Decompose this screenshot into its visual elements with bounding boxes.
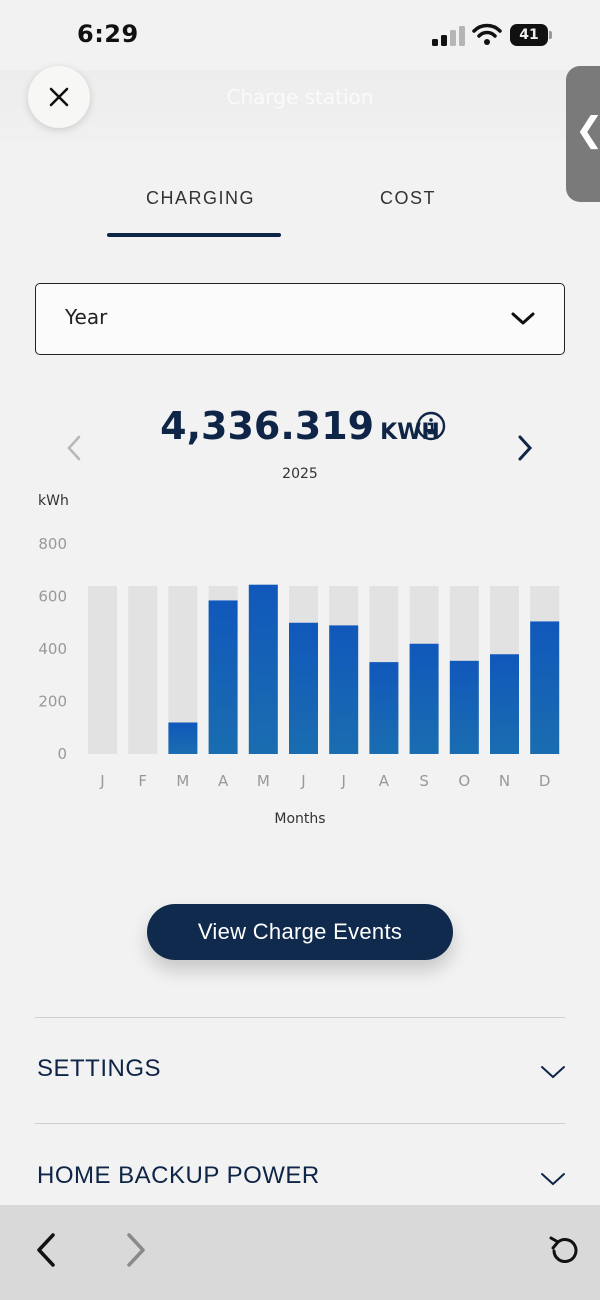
y-tick-label: 0 xyxy=(57,745,67,763)
view-charge-events-button[interactable]: View Charge Events xyxy=(147,904,453,960)
x-tick-label: J xyxy=(99,772,104,790)
close-button[interactable] xyxy=(28,66,90,128)
x-tick-label: N xyxy=(499,772,510,790)
chevron-left-icon: ❮ xyxy=(575,110,600,150)
chevron-down-icon xyxy=(541,1066,565,1079)
cellular-signal-icon xyxy=(432,26,465,46)
x-tick-label: J xyxy=(340,772,345,790)
back-button[interactable] xyxy=(34,1232,58,1268)
x-tick-label: M xyxy=(176,772,189,790)
home-backup-power-section[interactable]: HOME BACKUP POWER xyxy=(35,1146,565,1206)
bar[interactable] xyxy=(248,584,278,754)
x-axis-label: Months xyxy=(274,811,325,827)
home-backup-power-label: HOME BACKUP POWER xyxy=(37,1162,320,1189)
monthly-energy-chart: kWh 800 600 400 200 0 J F M A M J J A S O N D Months xyxy=(38,493,560,827)
period-select[interactable]: Year xyxy=(35,283,565,355)
y-tick-label: 400 xyxy=(38,640,67,658)
x-tick-label: O xyxy=(458,772,470,790)
bar[interactable] xyxy=(369,662,399,754)
battery-nub xyxy=(549,31,552,39)
active-tab-indicator xyxy=(107,233,281,237)
period-select-value: Year xyxy=(65,305,108,329)
bar-background xyxy=(88,586,117,754)
chevron-down-icon xyxy=(541,1173,565,1186)
bar[interactable] xyxy=(530,621,560,754)
x-tick-label: S xyxy=(419,772,429,790)
x-tick-label: D xyxy=(539,772,551,790)
bar[interactable] xyxy=(329,625,359,754)
x-tick-label: F xyxy=(138,772,147,790)
energy-total: 4,336.319 KWH xyxy=(0,404,600,448)
battery-icon: 41 xyxy=(510,24,548,46)
side-panel-handle[interactable]: ❮ xyxy=(566,66,600,202)
bar[interactable] xyxy=(490,654,519,754)
bar-background xyxy=(128,586,158,754)
y-tick-label: 600 xyxy=(38,588,67,606)
y-tick-label: 200 xyxy=(38,693,67,711)
total-value: 4,336.319 xyxy=(160,404,375,448)
bar[interactable] xyxy=(449,660,479,754)
page-title: Charge station xyxy=(226,85,374,109)
browser-toolbar xyxy=(0,1205,600,1300)
tab-cost[interactable]: COST xyxy=(380,188,436,209)
tab-charging[interactable]: CHARGING xyxy=(146,188,255,209)
info-icon[interactable] xyxy=(416,411,446,441)
close-icon xyxy=(49,87,69,107)
bar[interactable] xyxy=(168,722,198,755)
wifi-icon xyxy=(472,23,502,45)
x-tick-label: A xyxy=(218,772,229,790)
divider xyxy=(35,1017,565,1018)
status-time: 6:29 xyxy=(77,20,139,48)
bar[interactable] xyxy=(208,600,238,754)
divider xyxy=(35,1123,565,1124)
next-year-button[interactable] xyxy=(515,434,535,462)
y-tick-label: 800 xyxy=(38,535,67,553)
x-tick-label: J xyxy=(300,772,305,790)
bar[interactable] xyxy=(409,643,439,754)
settings-section[interactable]: SETTINGS xyxy=(35,1039,565,1099)
previous-year-button[interactable] xyxy=(64,434,84,462)
settings-label: SETTINGS xyxy=(37,1055,162,1082)
status-bar: 6:29 41 xyxy=(0,0,600,70)
battery-level: 41 xyxy=(519,27,539,43)
reload-icon[interactable] xyxy=(548,1233,582,1267)
x-tick-label: M xyxy=(257,772,270,790)
y-axis-label: kWh xyxy=(38,493,69,509)
forward-button[interactable] xyxy=(124,1232,148,1268)
bar[interactable] xyxy=(289,622,318,754)
chevron-down-icon xyxy=(511,312,535,325)
view-charge-events-label: View Charge Events xyxy=(197,919,403,944)
x-tick-label: A xyxy=(379,772,390,790)
